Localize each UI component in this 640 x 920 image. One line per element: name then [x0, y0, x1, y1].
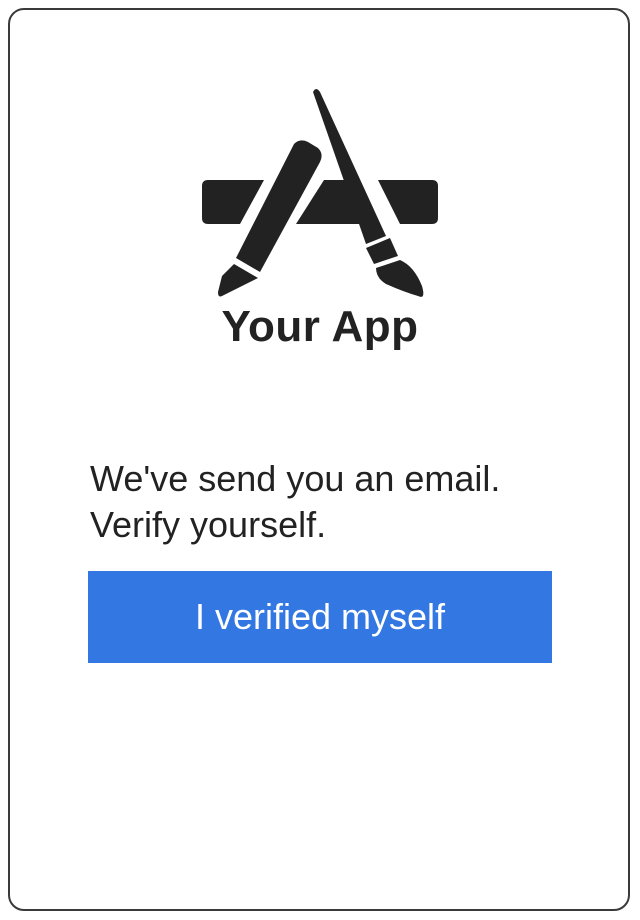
verification-message: We've send you an email. Verify yourself…: [90, 456, 560, 548]
verified-button[interactable]: I verified myself: [88, 571, 552, 663]
app-store-logo-icon: [200, 86, 440, 300]
verification-message-line-2: Verify yourself.: [90, 504, 327, 545]
verification-message-line-1: We've send you an email.: [90, 458, 501, 499]
app-title: Your App: [221, 302, 419, 351]
